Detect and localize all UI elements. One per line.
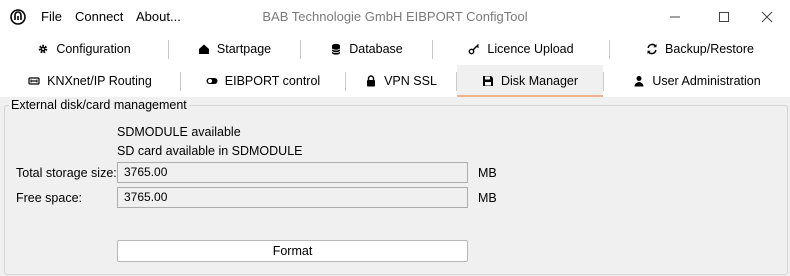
tab-knxnet-ip-routing[interactable]: KNXnet/IP Routing [0,65,180,97]
minimize-icon [670,16,680,17]
status-module: SDMODULE available [117,125,241,139]
home-icon [198,43,210,55]
total-storage-unit: MB [478,166,497,180]
tab-disk-manager[interactable]: Disk Manager [457,65,603,97]
tab-label: Backup/Restore [665,42,754,56]
menu-file[interactable]: File [41,9,62,24]
user-icon [633,75,645,87]
tab-user-administration[interactable]: User Administration [604,65,790,97]
database-icon [330,43,342,55]
close-icon [761,11,773,22]
tab-database[interactable]: Database [301,33,432,65]
free-space-unit: MB [478,191,497,205]
tab-label: Disk Manager [500,74,579,88]
floppy-disk-icon [482,75,494,87]
sync-icon [646,43,658,55]
tab-label: EIBPORT control [224,74,321,88]
tab-label: VPN SSL [384,74,437,88]
network-icon [28,75,40,87]
tab-configuration[interactable]: Configuration [0,33,168,65]
tab-label: Licence Upload [487,42,574,56]
maximize-icon [719,11,729,22]
lock-icon [365,75,377,87]
format-button[interactable]: Format [117,240,468,262]
free-space-label: Free space: [16,191,83,205]
close-button[interactable] [744,0,790,33]
maximize-button[interactable] [701,0,747,33]
tab-label: KNXnet/IP Routing [47,74,152,88]
tab-row-1: Configuration Startpage Database Licence… [0,33,790,65]
gear-icon [37,43,49,55]
total-storage-label: Total storage size: [16,166,117,180]
total-storage-field[interactable]: 3765.00 [117,162,468,183]
tab-backup-restore[interactable]: Backup/Restore [610,33,790,65]
tab-row-2: KNXnet/IP Routing EIBPORT control VPN SS… [0,65,790,97]
tab-label: Database [349,42,403,56]
tab-eibport-control[interactable]: EIBPORT control [181,65,345,97]
tab-label: Configuration [56,42,131,56]
title-bar: File Connect About... BAB Technologie Gm… [0,0,790,34]
minimize-button[interactable] [652,0,698,33]
group-title: External disk/card management [9,98,189,112]
tab-label: User Administration [652,74,761,88]
tab-vpn-ssl[interactable]: VPN SSL [346,65,456,97]
menu-connect[interactable]: Connect [75,9,123,24]
menu-about[interactable]: About... [136,9,181,24]
app-logo-icon [10,9,26,25]
free-space-field[interactable]: 3765.00 [117,187,468,208]
key-icon [468,43,480,55]
tab-startpage[interactable]: Startpage [169,33,300,65]
toggle-icon [206,75,218,87]
status-sd-card: SD card available in SDMODULE [117,144,303,158]
tab-label: Startpage [216,42,272,56]
tab-licence-upload[interactable]: Licence Upload [433,33,609,65]
